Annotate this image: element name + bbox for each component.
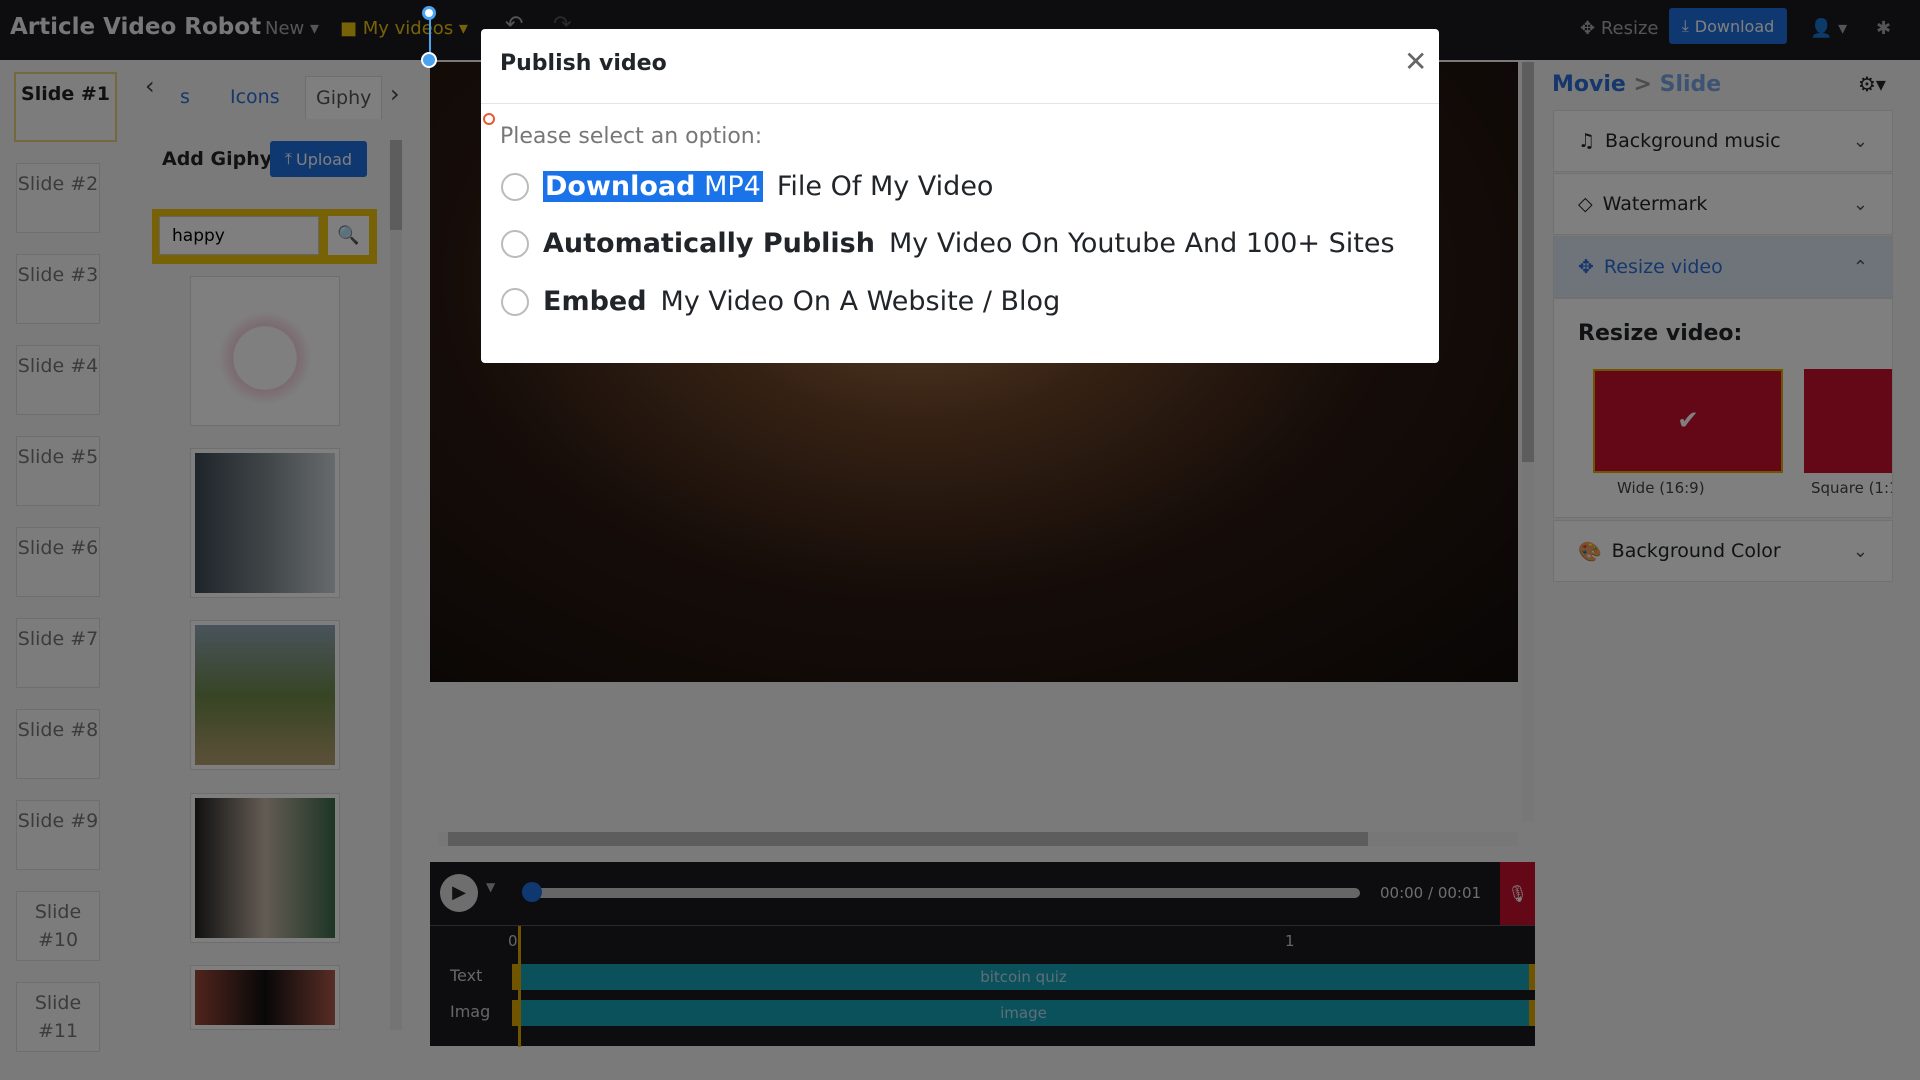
option-auto-publish[interactable]: Automatically Publish My Video On Youtube… [501,228,1395,259]
drag-handle[interactable] [421,52,437,68]
radio-auto-publish[interactable] [501,229,529,258]
marker-icon [483,113,495,125]
radio-download[interactable] [501,172,529,201]
drag-handle-top[interactable] [422,6,436,20]
option-embed[interactable]: Embed My Video On A Website / Blog [501,286,1060,317]
modal-divider [481,103,1439,104]
modal-title: Publish video [500,51,667,76]
option-download-mp4[interactable]: Download MP4 File Of My Video [501,171,993,202]
radio-embed[interactable] [501,287,529,316]
close-icon[interactable]: ✕ [1404,45,1427,78]
publish-video-modal: Publish video ✕ Please select an option:… [481,29,1439,363]
modal-prompt: Please select an option: [500,124,763,149]
